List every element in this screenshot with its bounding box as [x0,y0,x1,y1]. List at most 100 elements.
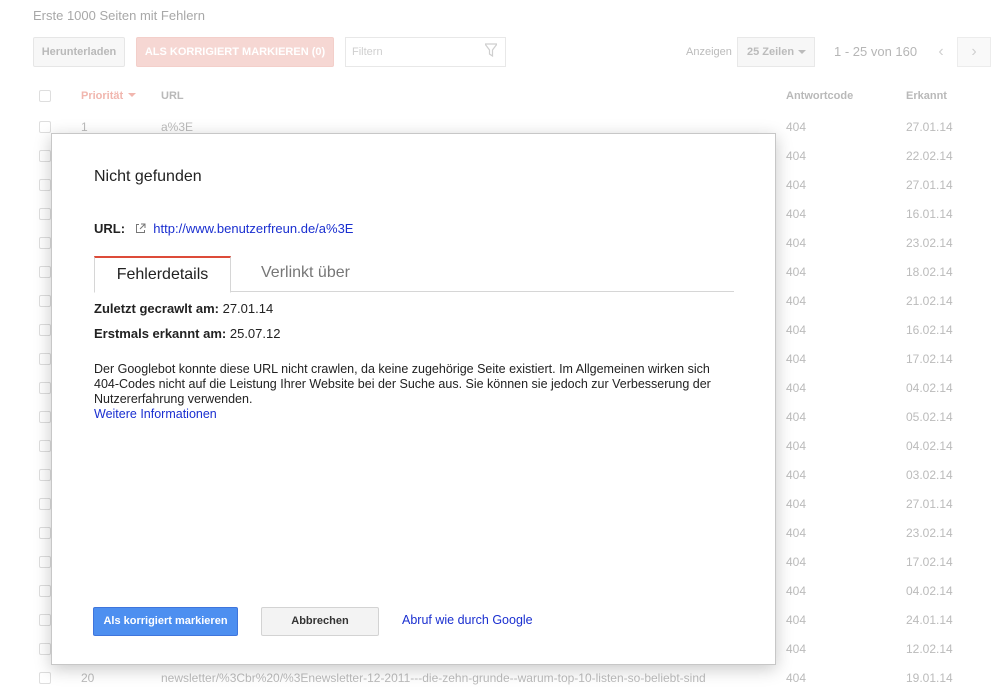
row-detected-date: 04.02.14 [906,381,953,395]
row-detected-date: 16.02.14 [906,323,953,337]
row-response-code: 404 [786,352,807,366]
dialog-tabs: Fehlerdetails Verlinkt über [94,256,734,293]
row-detected-date: 12.02.14 [906,642,953,656]
rows-per-page-select[interactable]: 25 Zeilen [737,37,815,67]
first-detected: Erstmals erkannt am: 25.07.12 [94,326,280,341]
row-detected-date: 21.02.14 [906,294,953,308]
response-code-header[interactable]: Antwortcode [786,90,853,102]
row-checkbox[interactable] [39,150,51,162]
row-response-code: 404 [786,468,807,482]
rows-per-page-value: 25 Zeilen [747,46,795,58]
row-checkbox[interactable] [39,440,51,452]
row-checkbox[interactable] [39,469,51,481]
row-checkbox[interactable] [39,353,51,365]
external-link-icon[interactable] [135,223,146,234]
row-detected-date: 04.02.14 [906,439,953,453]
row-response-code: 404 [786,584,807,598]
row-url[interactable]: a%3E [161,120,193,134]
url-label: URL: [94,221,126,236]
row-checkbox[interactable] [39,643,51,655]
row-response-code: 404 [786,410,807,424]
row-checkbox[interactable] [39,527,51,539]
row-detected-date: 04.02.14 [906,584,953,598]
row-detected-date: 23.02.14 [906,236,953,250]
row-response-code: 404 [786,178,807,192]
row-checkbox[interactable] [39,556,51,568]
mark-fixed-button[interactable]: ALS KORRIGIERT MARKIEREN (0) [136,37,334,67]
url-header[interactable]: URL [161,90,184,102]
table-row[interactable]: 20 newsletter/%3Cbr%20/%3Enewsletter-12-2… [0,664,1008,693]
select-all-checkbox[interactable] [39,90,51,102]
row-response-code: 404 [786,613,807,627]
first-detected-label: Erstmals erkannt am: [94,326,227,341]
mark-as-fixed-button[interactable]: Als korrigiert markieren [93,607,238,636]
row-response-code: 404 [786,265,807,279]
row-detected-date: 27.01.14 [906,178,953,192]
row-response-code: 404 [786,120,807,134]
row-checkbox[interactable] [39,498,51,510]
row-response-code: 404 [786,439,807,453]
row-response-code: 404 [786,671,807,685]
next-page-button[interactable]: › [957,37,991,67]
tab-error-details[interactable]: Fehlerdetails [94,256,231,293]
not-found-dialog: Nicht gefunden URL: http://www.benutzerf… [51,133,776,665]
row-response-code: 404 [786,236,807,250]
chevron-down-icon [798,50,806,54]
dialog-title: Nicht gefunden [94,168,202,185]
error-description: Der Googlebot konnte diese URL nicht cra… [94,362,711,406]
download-button[interactable]: Herunterladen [33,37,125,67]
row-detected-date: 05.02.14 [906,410,953,424]
row-detected-date: 17.02.14 [906,555,953,569]
cancel-button[interactable]: Abbrechen [261,607,379,636]
row-checkbox[interactable] [39,382,51,394]
last-crawled-value: 27.01.14 [222,301,274,316]
row-checkbox[interactable] [39,324,51,336]
filter-funnel-icon[interactable] [485,43,497,57]
show-label: Anzeigen [686,46,732,58]
row-response-code: 404 [786,323,807,337]
row-priority: 20 [81,671,95,685]
row-checkbox[interactable] [39,237,51,249]
row-detected-date: 27.01.14 [906,120,953,134]
url-link[interactable]: http://www.benutzerfreun.de/a%3E [153,221,353,236]
row-url[interactable]: newsletter/%3Cbr%20/%3Enewsletter-12-201… [161,671,706,685]
prev-page-button[interactable]: ‹ [924,37,958,67]
row-checkbox[interactable] [39,295,51,307]
row-response-code: 404 [786,642,807,656]
row-checkbox[interactable] [39,614,51,626]
row-response-code: 404 [786,497,807,511]
priority-header[interactable]: Priorität [81,90,137,102]
fetch-as-google-link[interactable]: Abruf wie durch Google [402,613,533,627]
tab-linked-from[interactable]: Verlinkt über [239,256,372,292]
url-line: URL: http://www.benutzerfreun.de/a%3E [94,221,353,236]
row-detected-date: 24.01.14 [906,613,953,627]
row-checkbox[interactable] [39,121,51,133]
row-priority: 1 [81,120,88,134]
row-checkbox[interactable] [39,266,51,278]
row-detected-date: 17.02.14 [906,352,953,366]
row-detected-date: 27.01.14 [906,497,953,511]
page-heading: Erste 1000 Seiten mit Fehlern [33,8,205,23]
row-detected-date: 23.02.14 [906,526,953,540]
row-checkbox[interactable] [39,411,51,423]
last-crawled-label: Zuletzt gecrawlt am: [94,301,219,316]
more-info-link[interactable]: Weitere Informationen [94,407,217,421]
detected-header[interactable]: Erkannt [906,90,947,102]
row-response-code: 404 [786,555,807,569]
row-detected-date: 03.02.14 [906,468,953,482]
row-checkbox[interactable] [39,672,51,684]
last-crawled: Zuletzt gecrawlt am: 27.01.14 [94,301,273,316]
first-detected-value: 25.07.12 [229,326,281,341]
row-detected-date: 22.02.14 [906,149,953,163]
row-response-code: 404 [786,207,807,221]
table-header: Priorität URL Antwortcode Erkannt [0,84,1008,110]
row-response-code: 404 [786,526,807,540]
row-checkbox[interactable] [39,208,51,220]
row-detected-date: 16.01.14 [906,207,953,221]
row-detected-date: 19.01.14 [906,671,953,685]
pagination-range: 1 - 25 von 160 [834,44,918,59]
row-checkbox[interactable] [39,179,51,191]
filter-input[interactable]: Filtern [345,37,506,67]
row-checkbox[interactable] [39,585,51,597]
row-response-code: 404 [786,294,807,308]
